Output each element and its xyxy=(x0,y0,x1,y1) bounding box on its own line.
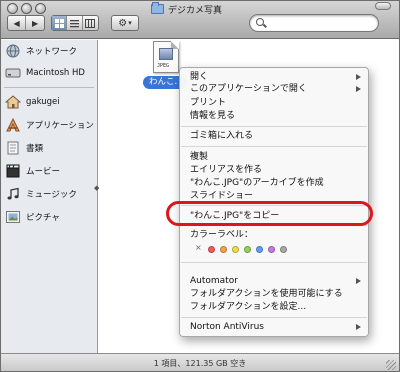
sidebar-item-music[interactable]: ミュージック xyxy=(5,185,77,202)
status-bar: 1 項目、121.35 GB 空き xyxy=(1,353,399,371)
menu-item-automator[interactable]: Automator xyxy=(190,275,238,287)
submenu-arrow-icon xyxy=(356,73,361,80)
list-view-icon xyxy=(70,19,80,27)
sidebar-item-label: gakugei xyxy=(26,96,60,107)
view-switcher xyxy=(51,15,99,31)
menu-item-open-with[interactable]: このアプリケーションで開く xyxy=(190,83,307,95)
menu-item-move-to-trash[interactable]: ゴミ箱に入れる xyxy=(190,130,253,142)
forward-button[interactable]: ▶ xyxy=(26,16,44,30)
window-title-text: デジカメ写真 xyxy=(168,5,223,16)
home-icon xyxy=(5,94,21,108)
menu-separator xyxy=(181,126,367,127)
sidebar-item-documents[interactable]: 書類 xyxy=(5,139,43,156)
submenu-arrow-icon xyxy=(356,85,361,92)
menu-item-duplicate[interactable]: 複製 xyxy=(190,151,208,163)
jpeg-file-icon[interactable]: JPEG xyxy=(153,41,179,73)
menu-item-print[interactable]: プリント xyxy=(190,97,226,109)
sidebar-item-macintosh-hd[interactable]: Macintosh HD xyxy=(5,64,85,81)
menu-separator xyxy=(181,317,367,318)
color-label-blue[interactable] xyxy=(256,246,263,253)
sidebar-item-label: ミュージック xyxy=(26,189,77,200)
hard-drive-icon xyxy=(5,68,21,77)
sidebar-item-applications[interactable]: アプリケーション xyxy=(5,116,94,133)
folder-icon xyxy=(151,2,164,14)
column-view-button[interactable] xyxy=(83,16,98,30)
sidebar-item-label: アプリケーション xyxy=(26,120,94,131)
sidebar-item-label: ネットワーク xyxy=(26,46,78,57)
menu-item-get-info[interactable]: 情報を見る xyxy=(190,110,235,122)
color-label-orange[interactable] xyxy=(220,246,227,253)
movies-icon xyxy=(6,164,20,177)
sidebar: ネットワーク Macintosh HD gakugei アプリケーション 書類 xyxy=(1,40,98,353)
forward-arrow-icon: ▶ xyxy=(31,18,39,28)
network-globe-icon xyxy=(6,44,20,57)
icon-view-button[interactable] xyxy=(52,16,68,30)
sidebar-item-network[interactable]: ネットワーク xyxy=(5,42,77,59)
documents-icon xyxy=(7,141,19,154)
sidebar-item-label: ムービー xyxy=(26,166,61,177)
menu-item-configure-folder-actions[interactable]: フォルダアクションを設定... xyxy=(190,301,306,313)
sidebar-item-label: Macintosh HD xyxy=(26,67,85,78)
search-icon xyxy=(256,18,264,26)
sidebar-item-pictures[interactable]: ピクチャ xyxy=(5,208,60,225)
sidebar-item-gakugei[interactable]: gakugei xyxy=(5,93,60,110)
menu-item-enable-folder-actions[interactable]: フォルダアクションを使用可能にする xyxy=(190,288,343,300)
submenu-arrow-icon xyxy=(356,323,361,330)
column-view-icon xyxy=(85,18,96,28)
color-label-gray[interactable] xyxy=(280,246,287,253)
menu-item-make-alias[interactable]: エイリアスを作る xyxy=(190,164,262,176)
back-forward-control: ◀ ▶ xyxy=(7,15,45,31)
close-button[interactable] xyxy=(7,3,18,14)
toolbar-toggle-button[interactable] xyxy=(375,2,391,10)
status-text: 1 項目、121.35 GB 空き xyxy=(153,359,247,368)
back-button[interactable]: ◀ xyxy=(8,16,27,30)
submenu-arrow-icon xyxy=(356,277,361,284)
color-label-red[interactable] xyxy=(208,246,215,253)
menu-separator xyxy=(181,146,367,147)
applications-icon xyxy=(6,117,20,131)
menu-item-create-archive[interactable]: "わんこ.JPG"のアーカイブを作成 xyxy=(190,177,324,189)
icon-view-icon xyxy=(54,18,64,28)
jpeg-badge: JPEG xyxy=(157,63,170,69)
title-toolbar: デジカメ写真 ◀ ▶ ⚙ ▾ xyxy=(1,1,399,39)
menu-item-norton-antivirus[interactable]: Norton AntiVirus xyxy=(190,321,264,333)
menu-item-color-label: カラーラベル： xyxy=(190,230,254,240)
color-label-yellow[interactable] xyxy=(232,246,239,253)
image-thumbnail xyxy=(159,48,173,60)
window-title: デジカメ写真 xyxy=(151,2,222,16)
list-view-button[interactable] xyxy=(67,16,83,30)
sidebar-item-label: ピクチャ xyxy=(26,212,60,223)
music-icon xyxy=(7,187,19,199)
no-label-icon[interactable]: × xyxy=(195,243,202,252)
color-label-purple[interactable] xyxy=(268,246,275,253)
action-menu-button[interactable]: ⚙ ▾ xyxy=(111,15,139,31)
search-field[interactable] xyxy=(249,14,379,32)
minimize-button[interactable] xyxy=(21,3,32,14)
pictures-icon xyxy=(6,210,20,223)
menu-item-open[interactable]: 開く xyxy=(190,71,208,83)
resize-grip-icon[interactable] xyxy=(386,360,396,370)
highlight-annotation-ring xyxy=(166,201,373,226)
zoom-button[interactable] xyxy=(35,3,46,14)
sidebar-item-label: 書類 xyxy=(26,143,44,154)
chevron-down-icon: ▾ xyxy=(128,19,132,27)
back-arrow-icon: ◀ xyxy=(13,18,20,28)
menu-separator xyxy=(181,262,367,263)
gear-icon: ⚙ xyxy=(118,17,128,29)
finder-window: デジカメ写真 ◀ ▶ ⚙ ▾ ネットワーク Macintosh HD gakug… xyxy=(0,0,400,372)
sidebar-item-movies[interactable]: ムービー xyxy=(5,162,60,179)
color-label-green[interactable] xyxy=(244,246,251,253)
sidebar-divider xyxy=(4,87,94,88)
